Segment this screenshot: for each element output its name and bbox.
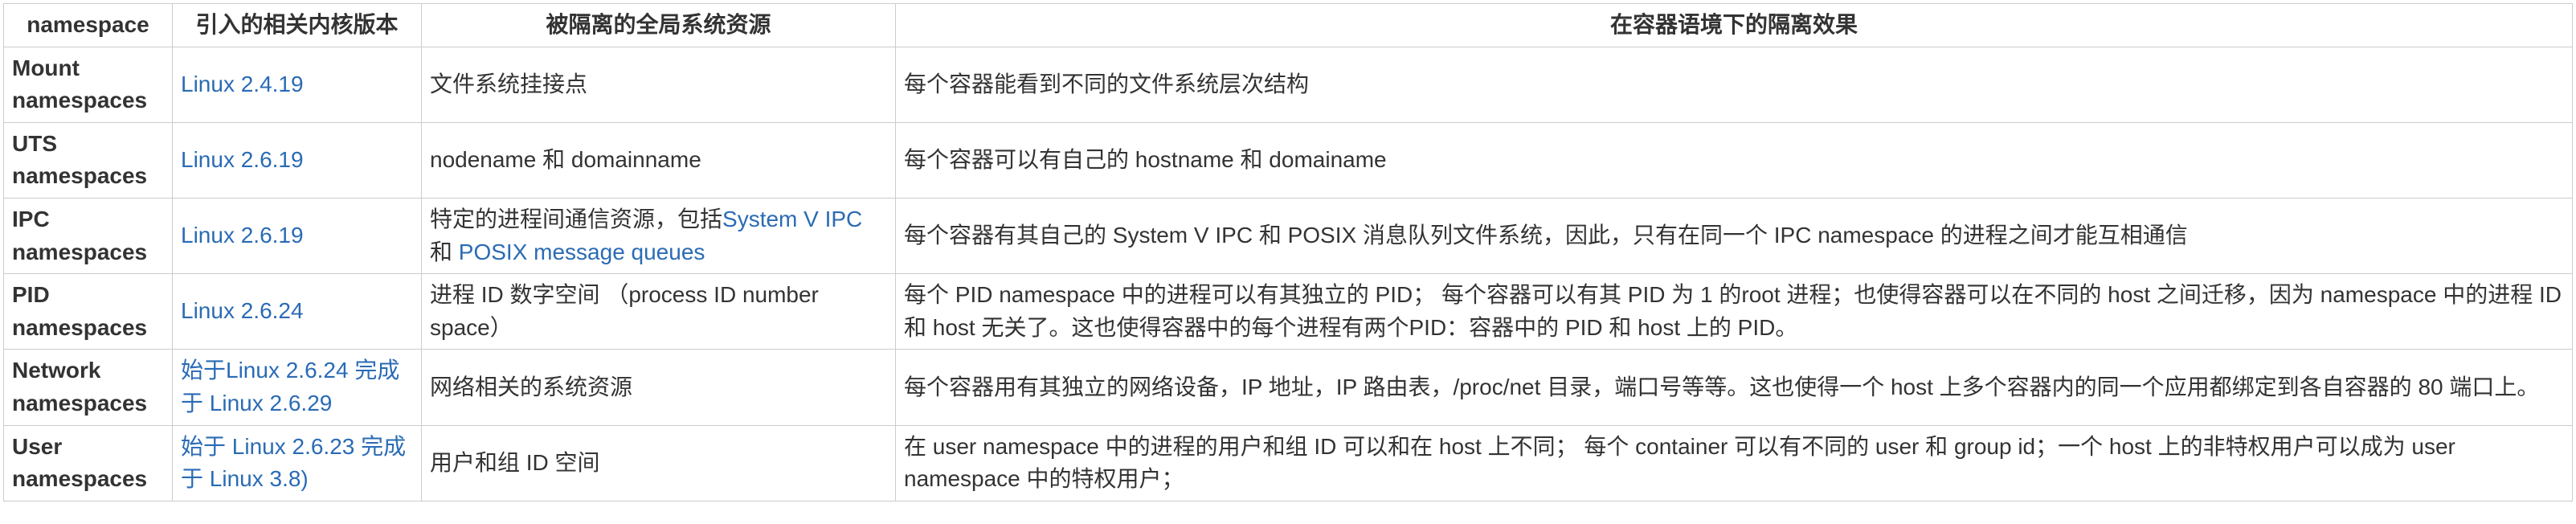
- kernel-version-link[interactable]: Linux 2.6.19: [181, 223, 304, 248]
- container-effect-cell: 每个容器能看到不同的文件系统层次结构: [896, 47, 2573, 122]
- resource-text: 进程 ID 数字空间 （process ID number space）: [430, 282, 819, 340]
- header-namespace: namespace: [4, 4, 173, 47]
- resource-text: 和: [430, 239, 459, 264]
- table-row: IPC namespaces Linux 2.6.19 特定的进程间通信资源，包括S…: [4, 198, 2573, 273]
- table-row: UTS namespaces Linux 2.6.19 nodename 和 dom…: [4, 122, 2573, 198]
- kernel-version-link[interactable]: Linux 2.4.19: [181, 72, 304, 96]
- namespaces-table: namespace 引入的相关内核版本 被隔离的全局系统资源 在容器语境下的隔离…: [3, 3, 2573, 501]
- container-effect-cell: 每个 PID namespace 中的进程可以有其独立的 PID； 每个容器可以…: [896, 274, 2573, 350]
- namespace-name: Mount namespaces: [4, 47, 173, 122]
- namespace-name: PID namespaces: [4, 274, 173, 350]
- kernel-version-link[interactable]: 始于Linux 2.6.24 完成于 Linux 2.6.29: [181, 358, 399, 416]
- kernel-version-cell: 始于Linux 2.6.24 完成于 Linux 2.6.29: [173, 350, 422, 425]
- table-row: Network namespaces始于Linux 2.6.24 完成于 Lin…: [4, 350, 2573, 425]
- resource-link[interactable]: POSIX message queues: [459, 239, 705, 264]
- header-isolated-resource: 被隔离的全局系统资源: [422, 4, 896, 47]
- resource-text: nodename 和 domainname: [430, 147, 701, 172]
- kernel-version-link[interactable]: 始于 Linux 2.6.23 完成于 Linux 3.8): [181, 434, 406, 492]
- namespace-name: IPC namespaces: [4, 198, 173, 273]
- isolated-resource-cell: 文件系统挂接点: [422, 47, 896, 122]
- container-effect-cell: 在 user namespace 中的进程的用户和组 ID 可以和在 host …: [896, 425, 2573, 501]
- resource-text: 特定的进程间通信资源，包括: [430, 207, 722, 231]
- isolated-resource-cell: 特定的进程间通信资源，包括System V IPC 和 POSIX messag…: [422, 198, 896, 273]
- container-effect-cell: 每个容器有其自己的 System V IPC 和 POSIX 消息队列文件系统，…: [896, 198, 2573, 273]
- header-kernel-version: 引入的相关内核版本: [173, 4, 422, 47]
- table-header-row: namespace 引入的相关内核版本 被隔离的全局系统资源 在容器语境下的隔离…: [4, 4, 2573, 47]
- isolated-resource-cell: nodename 和 domainname: [422, 122, 896, 198]
- isolated-resource-cell: 网络相关的系统资源: [422, 350, 896, 425]
- table-row: Mount namespaces Linux 2.4.19 文件系统挂接点 每个容器能…: [4, 47, 2573, 122]
- resource-link[interactable]: System V IPC: [722, 207, 862, 231]
- header-container-effect: 在容器语境下的隔离效果: [896, 4, 2573, 47]
- namespace-name: Network namespaces: [4, 350, 173, 425]
- kernel-version-cell: Linux 2.6.19: [173, 122, 422, 198]
- resource-text: 用户和组 ID 空间: [430, 450, 600, 475]
- kernel-version-cell: Linux 2.6.19: [173, 198, 422, 273]
- namespace-name: UTS namespaces: [4, 122, 173, 198]
- isolated-resource-cell: 用户和组 ID 空间: [422, 425, 896, 501]
- kernel-version-cell: 始于 Linux 2.6.23 完成于 Linux 3.8): [173, 425, 422, 501]
- table-row: User namespaces始于 Linux 2.6.23 完成于 Linux…: [4, 425, 2573, 501]
- kernel-version-link[interactable]: Linux 2.6.24: [181, 298, 304, 323]
- table-row: PID namespaces Linux 2.6.24 进程 ID 数字空间 （pr…: [4, 274, 2573, 350]
- container-effect-cell: 每个容器用有其独立的网络设备，IP 地址，IP 路由表，/proc/net 目录…: [896, 350, 2573, 425]
- resource-text: 网络相关的系统资源: [430, 375, 632, 399]
- namespace-name: User namespaces: [4, 425, 173, 501]
- kernel-version-link[interactable]: Linux 2.6.19: [181, 147, 304, 172]
- isolated-resource-cell: 进程 ID 数字空间 （process ID number space）: [422, 274, 896, 350]
- kernel-version-cell: Linux 2.4.19: [173, 47, 422, 122]
- kernel-version-cell: Linux 2.6.24: [173, 274, 422, 350]
- container-effect-cell: 每个容器可以有自己的 hostname 和 domainame: [896, 122, 2573, 198]
- resource-text: 文件系统挂接点: [430, 72, 587, 96]
